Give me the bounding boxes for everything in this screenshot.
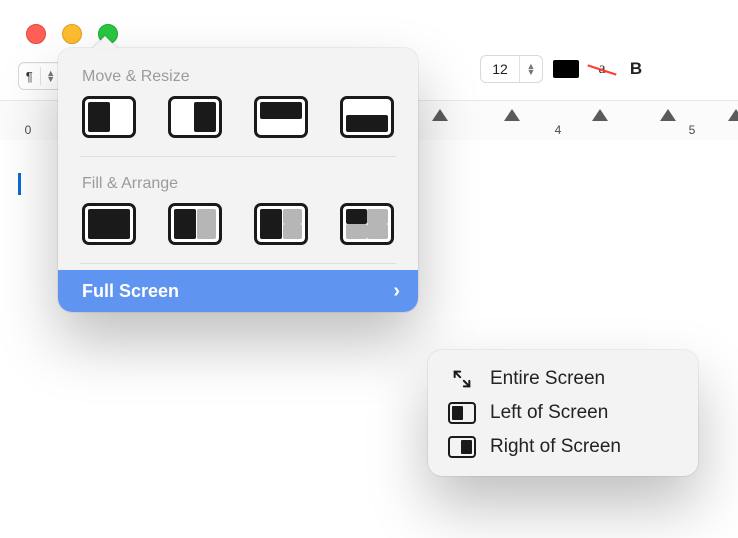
tab-stop-marker[interactable] <box>432 109 448 121</box>
paragraph-style-dropdown[interactable]: ¶ ▲▼ <box>18 62 62 90</box>
tab-stop-marker[interactable] <box>660 109 676 121</box>
left-half-icon <box>448 402 476 424</box>
right-of-screen-item[interactable]: Right of Screen <box>438 430 688 464</box>
tab-stop-marker[interactable] <box>592 109 608 121</box>
tile-left-half-button[interactable] <box>82 96 136 138</box>
strikethrough-color-button[interactable]: a <box>589 58 615 80</box>
submenu-label: Right of Screen <box>490 436 621 458</box>
tile-right-half-button[interactable] <box>168 96 222 138</box>
right-half-icon <box>448 436 476 458</box>
expand-arrows-icon <box>448 368 476 390</box>
full-screen-menu-item[interactable]: Full Screen › <box>58 270 418 312</box>
font-size-stepper[interactable]: 12 ▲▼ <box>480 55 543 83</box>
fill-screen-button[interactable] <box>82 203 136 245</box>
window-tiling-popover: Move & Resize Fill & Arrange Full Screen… <box>58 48 418 312</box>
entire-screen-item[interactable]: Entire Screen <box>438 362 688 396</box>
move-resize-section-label: Move & Resize <box>58 62 418 96</box>
full-screen-label: Full Screen <box>82 281 179 302</box>
move-resize-options <box>58 96 418 156</box>
font-size-value: 12 <box>481 61 519 77</box>
popover-divider <box>80 263 396 264</box>
text-format-controls: 12 ▲▼ a B <box>480 56 647 82</box>
fill-arrange-options <box>58 203 418 263</box>
arrange-quarters-button[interactable] <box>340 203 394 245</box>
tab-stop-marker[interactable] <box>728 109 738 121</box>
chevron-right-icon: › <box>393 280 400 303</box>
arrange-left-two-button[interactable] <box>254 203 308 245</box>
tile-top-half-button[interactable] <box>254 96 308 138</box>
arrange-left-right-button[interactable] <box>168 203 222 245</box>
ruler-label-4: 4 <box>555 123 562 137</box>
full-screen-submenu: Entire Screen Left of Screen Right of Sc… <box>428 350 698 476</box>
text-cursor <box>18 173 21 195</box>
submenu-label: Entire Screen <box>490 368 605 390</box>
submenu-label: Left of Screen <box>490 402 608 424</box>
bold-button[interactable]: B <box>625 59 647 79</box>
tile-bottom-half-button[interactable] <box>340 96 394 138</box>
close-window-button[interactable] <box>26 24 46 44</box>
document-window: ¶ ▲▼ 12 ▲▼ a B 0 4 5 <box>0 0 738 538</box>
popover-divider <box>80 156 396 157</box>
ruler-label-0: 0 <box>25 123 32 137</box>
left-of-screen-item[interactable]: Left of Screen <box>438 396 688 430</box>
minimize-window-button[interactable] <box>62 24 82 44</box>
ruler-label-5: 5 <box>689 123 696 137</box>
text-color-swatch[interactable] <box>553 60 579 78</box>
fill-arrange-section-label: Fill & Arrange <box>58 169 418 203</box>
tab-stop-marker[interactable] <box>504 109 520 121</box>
